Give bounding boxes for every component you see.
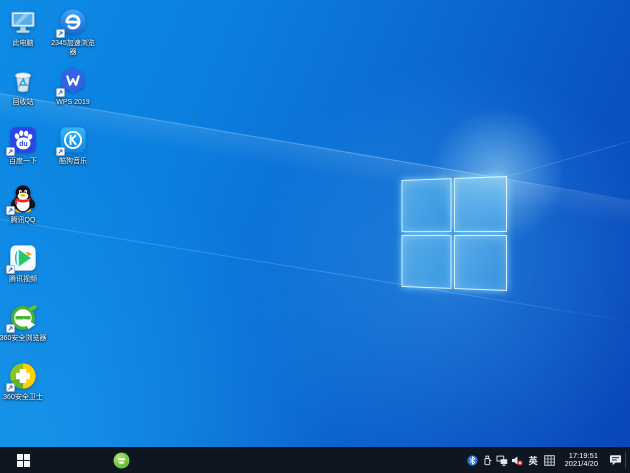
start-button[interactable]	[0, 447, 46, 473]
usb-tray-button[interactable]	[480, 447, 495, 473]
desktop-item-kugou[interactable]: 酷狗音乐	[45, 125, 101, 167]
clock-date: 2021/4/20	[564, 459, 598, 468]
network-display-icon	[496, 455, 508, 466]
windows-start-icon	[16, 453, 30, 467]
desktop-screen: 此电脑 2345加速浏览器 回收站 WPS 2019 du 百度一下 酷狗音乐 …	[0, 0, 630, 473]
windows-logo-pane	[453, 176, 507, 233]
desktop-item-label: 360安全浏览器	[0, 335, 47, 342]
desktop-item-label: 腾讯QQ	[10, 217, 36, 224]
desktop-item-recycle-bin[interactable]: 回收站	[0, 66, 51, 108]
baidu-icon: du	[6, 125, 38, 156]
green-360-app-icon	[113, 452, 129, 468]
svg-text:du: du	[19, 141, 28, 148]
ime-language-indicator[interactable]: 英	[525, 454, 542, 467]
light-ray	[0, 214, 630, 328]
desktop-item-tencent-video[interactable]: 腾讯视频	[0, 243, 51, 285]
desktop-item-label: 回收站	[12, 99, 34, 106]
shortcut-arrow-badge	[56, 147, 65, 156]
taskbar-app-360[interactable]	[106, 447, 136, 473]
computer-icon	[8, 7, 38, 37]
desktop-item-label: 腾讯视频	[9, 276, 37, 283]
desktop-item-qq[interactable]: 腾讯QQ	[0, 184, 51, 226]
shortcut-arrow-badge	[6, 383, 15, 392]
windows-logo-pane	[453, 234, 507, 291]
desktop-item-wps-2019[interactable]: WPS 2019	[45, 66, 101, 108]
360-safe-icon	[6, 361, 38, 392]
desktop-item-label: 百度一下	[9, 158, 37, 165]
taskbar-clock[interactable]: 17:19:51 2021/4/20	[557, 451, 605, 469]
volume-muted-icon	[512, 455, 523, 466]
windows-logo-pane	[401, 234, 452, 289]
action-center-icon	[609, 455, 621, 466]
desktop-item-label: 酷狗音乐	[59, 158, 87, 165]
usb-device-icon	[484, 455, 492, 465]
system-tray: 英 17:19:51 2021/4/20	[465, 447, 630, 473]
tencent-video-icon	[6, 243, 38, 274]
volume-tray-button[interactable]	[510, 447, 525, 473]
desktop-item-2345-browser[interactable]: 2345加速浏览器	[45, 7, 101, 57]
qq-penguin-icon	[6, 184, 38, 215]
desktop-item-this-pc[interactable]: 此电脑	[0, 7, 51, 49]
shortcut-arrow-badge	[6, 206, 15, 215]
network-tray-button[interactable]	[495, 447, 510, 473]
ime-keyboard-button[interactable]	[542, 447, 557, 473]
kugou-music-icon	[56, 125, 88, 156]
shortcut-arrow-badge	[56, 29, 65, 38]
show-desktop-button[interactable]	[626, 447, 630, 473]
desktop-item-360-safe[interactable]: 360安全卫士	[0, 361, 51, 403]
desktop-item-label: 360安全卫士	[3, 394, 43, 401]
shortcut-arrow-badge	[56, 88, 65, 97]
desktop-item-label: 此电脑	[12, 40, 34, 47]
taskbar: 英 17:19:51 2021/4/20	[0, 447, 630, 473]
wps-icon	[56, 66, 88, 97]
shortcut-arrow-badge	[6, 324, 15, 333]
bluetooth-icon	[466, 454, 478, 466]
recycle-bin-icon	[8, 66, 38, 96]
360-browser-icon	[6, 302, 38, 333]
bluetooth-tray-button[interactable]	[465, 447, 480, 473]
desktop-item-label: 2345加速浏览器	[51, 40, 95, 56]
shortcut-arrow-badge	[6, 265, 15, 274]
windows-logo-pane	[401, 178, 452, 233]
light-ray	[500, 133, 630, 180]
windows-logo-wallpaper	[401, 176, 507, 291]
desktop-item-baidu[interactable]: du 百度一下	[0, 125, 51, 167]
shortcut-arrow-badge	[6, 147, 15, 156]
action-center-button[interactable]	[605, 447, 625, 473]
desktop-item-label: WPS 2019	[56, 99, 90, 106]
2345-browser-icon	[56, 7, 88, 38]
desktop-item-360-browser[interactable]: 360安全浏览器	[0, 302, 51, 344]
ime-keyboard-icon	[543, 454, 555, 466]
